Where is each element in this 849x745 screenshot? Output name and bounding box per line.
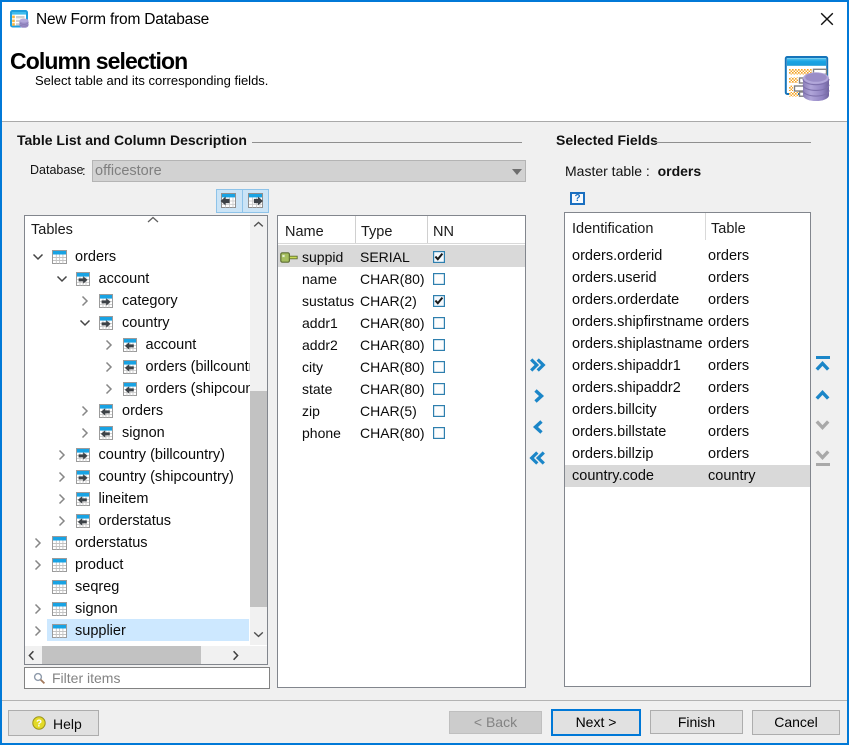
svg-text:?: ?	[36, 719, 42, 730]
